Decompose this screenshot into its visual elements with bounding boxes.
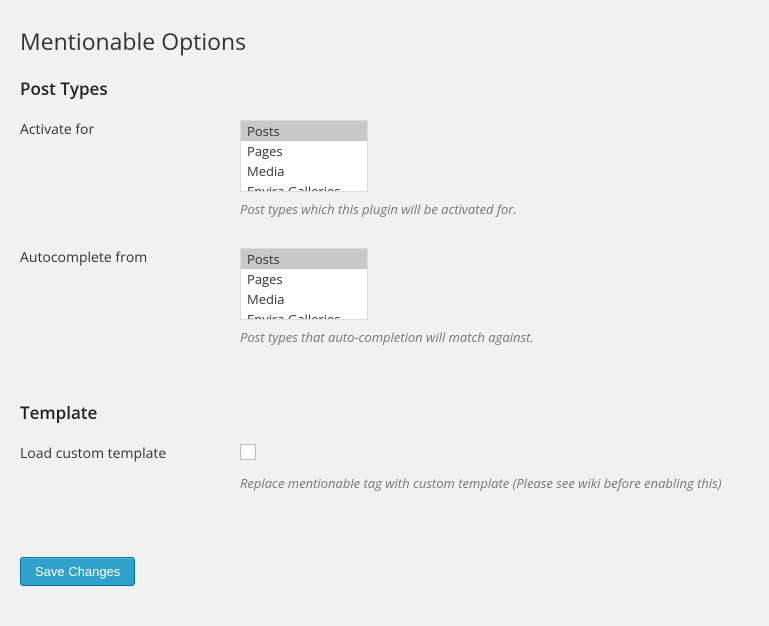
autocomplete-from-label: Autocomplete from [20, 248, 240, 376]
autocomplete-from-option[interactable]: Envira Galleries [241, 309, 367, 320]
save-changes-button[interactable]: Save Changes [20, 557, 135, 586]
activate-for-select[interactable]: Posts Pages Media Envira Galleries [240, 120, 368, 192]
load-custom-template-description: Replace mentionable tag with custom temp… [240, 474, 749, 492]
template-table: Load custom template Replace mentionable… [20, 444, 749, 522]
load-custom-template-label: Load custom template [20, 444, 240, 522]
autocomplete-from-option[interactable]: Posts [241, 249, 367, 269]
autocomplete-from-description: Post types that auto-completion will mat… [240, 328, 749, 346]
autocomplete-from-option[interactable]: Media [241, 289, 367, 309]
activate-for-option[interactable]: Pages [241, 141, 367, 161]
page-title: Mentionable Options [20, 25, 749, 57]
autocomplete-from-option[interactable]: Pages [241, 269, 367, 289]
template-heading: Template [20, 401, 749, 424]
activate-for-option[interactable]: Envira Galleries [241, 181, 367, 192]
activate-for-label: Activate for [20, 120, 240, 248]
autocomplete-from-select[interactable]: Posts Pages Media Envira Galleries [240, 248, 368, 320]
post-types-heading: Post Types [20, 77, 749, 100]
load-custom-template-checkbox[interactable] [240, 444, 256, 460]
activate-for-description: Post types which this plugin will be act… [240, 200, 749, 218]
activate-for-option[interactable]: Media [241, 161, 367, 181]
post-types-table: Activate for Posts Pages Media Envira Ga… [20, 120, 749, 376]
activate-for-option[interactable]: Posts [241, 121, 367, 141]
